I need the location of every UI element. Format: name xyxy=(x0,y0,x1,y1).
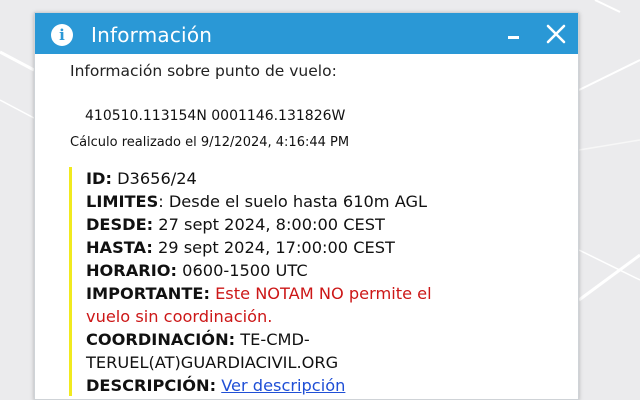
notam-to-value: 29 sept 2024, 17:00:00 CEST xyxy=(152,238,395,257)
notam-to-label: HASTA: xyxy=(86,238,153,257)
notam-from-value: 27 sept 2024, 8:00:00 CEST xyxy=(153,215,385,234)
calculation-timestamp: Cálculo realizado el 9/12/2024, 4:16:44 … xyxy=(70,135,350,150)
notam-id-value: D3656/24 xyxy=(111,169,197,188)
notam-from-label: DESDE: xyxy=(86,215,154,234)
notam-id-row: ID: D3656/24 xyxy=(86,167,549,190)
notam-from-row: DESDE: 27 sept 2024, 8:00:00 CEST xyxy=(86,213,549,236)
flight-point-heading: Información sobre punto de vuelo: xyxy=(70,62,337,80)
notam-important-line1: Este NOTAM NO permite el xyxy=(209,284,432,303)
coordinates-text: 410510.113154N 0001146.131826W xyxy=(85,108,346,124)
notam-limits-row: LIMITES: Desde el suelo hasta 610m AGL xyxy=(86,190,549,213)
notam-coordination-row: COORDINACIÓN: TE-CMD- xyxy=(86,328,549,351)
notam-coordination-line1: TE-CMD- xyxy=(235,330,310,349)
popup-title: Información xyxy=(91,23,213,47)
close-icon xyxy=(546,24,566,44)
notam-description-row: DESCRIPCIÓN: Ver descripción xyxy=(86,374,549,397)
notam-important-line2: vuelo sin coordinación. xyxy=(86,307,273,326)
view-description-link[interactable]: Ver descripción xyxy=(221,376,345,395)
close-button[interactable] xyxy=(543,21,569,47)
notam-schedule-label: HORARIO: xyxy=(86,261,178,280)
notam-block: ID: D3656/24 LIMITES: Desde el suelo has… xyxy=(69,167,549,396)
notam-important-row: IMPORTANTE: Este NOTAM NO permite el xyxy=(86,282,549,305)
minimize-button[interactable] xyxy=(501,23,525,47)
popup-header: i Información xyxy=(35,13,578,54)
info-popup-panel: i Información Información sobre punto de… xyxy=(34,12,579,400)
minimize-icon xyxy=(508,36,519,39)
notam-id-label: ID: xyxy=(86,169,112,188)
notam-schedule-value: 0600-1500 UTC xyxy=(177,261,308,280)
notam-important-label: IMPORTANTE: xyxy=(86,284,210,303)
info-icon: i xyxy=(51,24,73,46)
notam-description-label: DESCRIPCIÓN: xyxy=(86,376,217,395)
popup-content[interactable]: Información sobre punto de vuelo: 410510… xyxy=(35,54,578,399)
notam-limits-label: LIMITES xyxy=(86,192,159,211)
notam-coordination-line2: TERUEL(AT)GUARDIACIVIL.ORG xyxy=(86,353,339,372)
notam-schedule-row: HORARIO: 0600-1500 UTC xyxy=(86,259,549,282)
notam-coordination-label: COORDINACIÓN: xyxy=(86,330,236,349)
notam-limits-value: : Desde el suelo hasta 610m AGL xyxy=(158,192,428,211)
notam-to-row: HASTA: 29 sept 2024, 17:00:00 CEST xyxy=(86,236,549,259)
